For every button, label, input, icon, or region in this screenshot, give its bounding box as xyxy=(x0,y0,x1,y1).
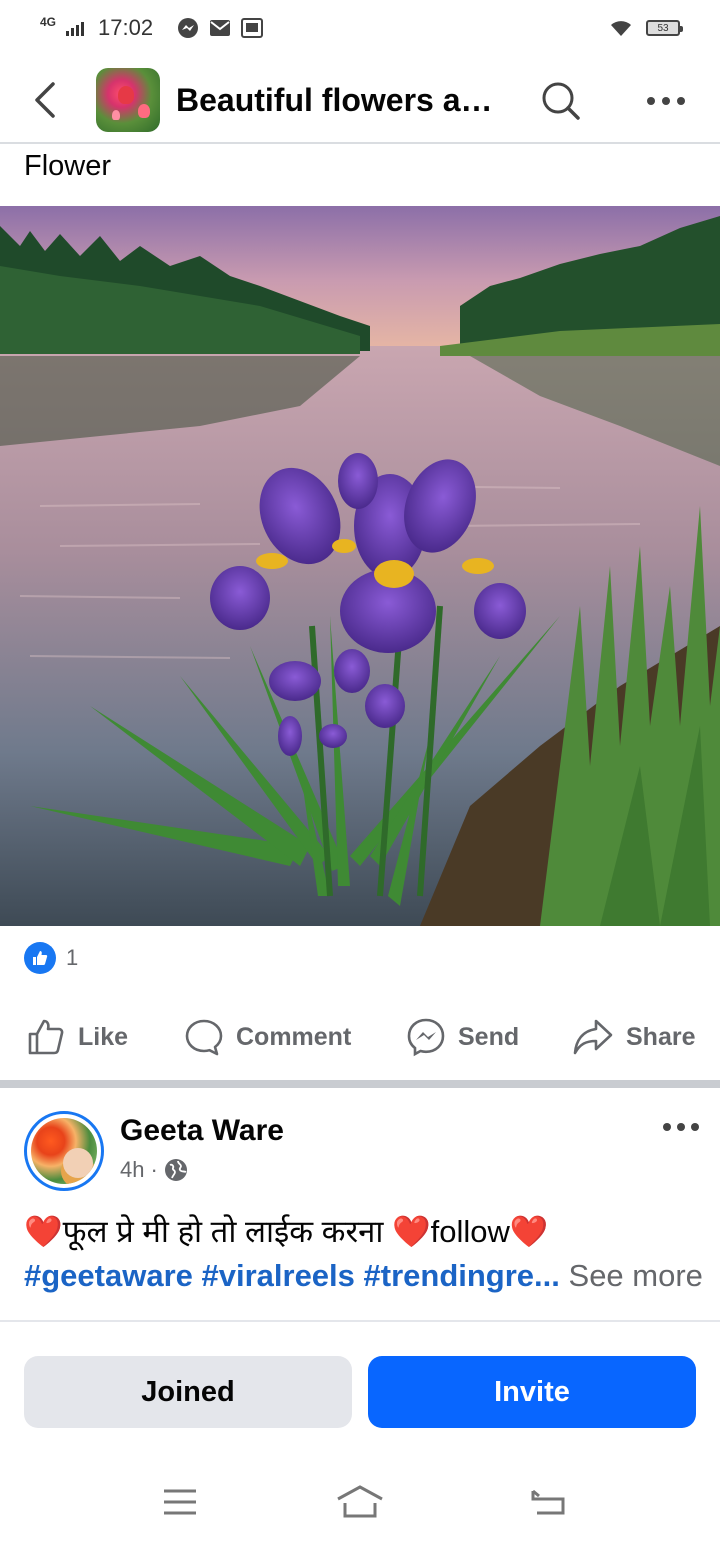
share-button[interactable]: Share xyxy=(572,1017,695,1057)
more-options-button[interactable] xyxy=(640,78,692,124)
back-nav-button[interactable] xyxy=(520,1482,576,1522)
author-avatar[interactable] xyxy=(24,1111,104,1191)
comment-icon xyxy=(185,1019,223,1056)
post-more-options-button[interactable] xyxy=(656,1110,706,1144)
post-hindi-text: फूल प्रे मी हो तो लाईक करना xyxy=(62,1214,393,1249)
notification-icons xyxy=(177,17,264,39)
send-label: Send xyxy=(458,1022,520,1051)
search-button[interactable] xyxy=(538,78,584,124)
recent-apps-button[interactable] xyxy=(152,1482,208,1522)
menu-icon xyxy=(164,1489,196,1515)
hashtags-link[interactable]: #geetaware #viralreels #trendingre... xyxy=(24,1258,560,1293)
joined-button[interactable]: Joined xyxy=(24,1356,352,1428)
group-header: Beautiful flowers and... xyxy=(0,58,720,144)
status-time: 17:02 xyxy=(98,15,154,40)
search-icon xyxy=(542,82,580,120)
back-arrow-icon xyxy=(35,82,55,118)
see-more-link[interactable]: See more xyxy=(569,1258,703,1293)
more-icon xyxy=(647,97,685,105)
status-bar: 4G 17:02 53 xyxy=(0,0,720,56)
post-follow-text: follow xyxy=(430,1214,510,1249)
comment-label: Comment xyxy=(236,1022,352,1051)
post-time[interactable]: 4h xyxy=(120,1157,144,1183)
reaction-count: 1 xyxy=(66,945,79,970)
group-action-bar: Joined Invite xyxy=(0,1322,720,1456)
globe-icon xyxy=(164,1159,187,1181)
messenger-send-icon xyxy=(407,1018,445,1057)
meta-separator: · xyxy=(150,1157,158,1182)
avatar-image xyxy=(31,1118,97,1184)
like-label: Like xyxy=(78,1022,129,1051)
post-meta: 4h · xyxy=(120,1157,188,1183)
post-text-line: ❤️फूल प्रे मी हो तो लाईक करना ❤️follow❤️ xyxy=(24,1210,704,1254)
send-button[interactable]: Send xyxy=(406,1017,519,1057)
battery-level: 53 xyxy=(657,22,669,34)
wifi-icon xyxy=(611,21,631,36)
mail-icon xyxy=(210,20,231,36)
heart-emoji: ❤️ xyxy=(392,1214,431,1249)
comment-button[interactable]: Comment xyxy=(184,1017,351,1057)
signal-icon xyxy=(66,20,85,36)
battery-icon: 53 xyxy=(646,20,683,36)
heart-emoji: ❤️ xyxy=(24,1214,63,1249)
post-text: ❤️फूल प्रे मी हो तो लाईक करना ❤️follow❤️… xyxy=(24,1210,704,1298)
reaction-summary[interactable]: 1 xyxy=(24,942,78,974)
inbox-icon xyxy=(241,18,264,38)
share-icon xyxy=(573,1019,613,1055)
more-icon xyxy=(663,1123,699,1131)
network-type: 4G xyxy=(40,15,57,29)
post-actions: Like Comment Send Share xyxy=(0,1006,720,1068)
status-right: 53 xyxy=(608,18,683,38)
messenger-icon xyxy=(178,18,199,38)
post-image[interactable] xyxy=(0,206,720,926)
share-label: Share xyxy=(626,1022,696,1051)
hashtag-line: #geetaware #viralreels #trendingre... Se… xyxy=(24,1254,704,1298)
post-caption: Flower xyxy=(24,150,112,182)
like-button[interactable]: Like xyxy=(26,1017,128,1057)
group-avatar[interactable] xyxy=(96,68,160,132)
system-nav-bar xyxy=(0,1456,720,1544)
home-icon xyxy=(337,1485,383,1518)
iris-lake-illustration xyxy=(0,206,720,926)
invite-button[interactable]: Invite xyxy=(368,1356,696,1428)
back-button[interactable] xyxy=(10,57,80,143)
status-left: 4G 17:02 xyxy=(40,15,264,41)
heart-emoji: ❤️ xyxy=(509,1214,549,1249)
like-icon xyxy=(28,1019,64,1055)
post-divider xyxy=(0,1080,720,1088)
back-icon xyxy=(531,1489,565,1515)
home-button[interactable] xyxy=(332,1482,388,1522)
group-title[interactable]: Beautiful flowers and... xyxy=(176,82,506,119)
like-reaction-icon xyxy=(24,942,56,974)
author-name[interactable]: Geeta Ware xyxy=(120,1114,284,1148)
